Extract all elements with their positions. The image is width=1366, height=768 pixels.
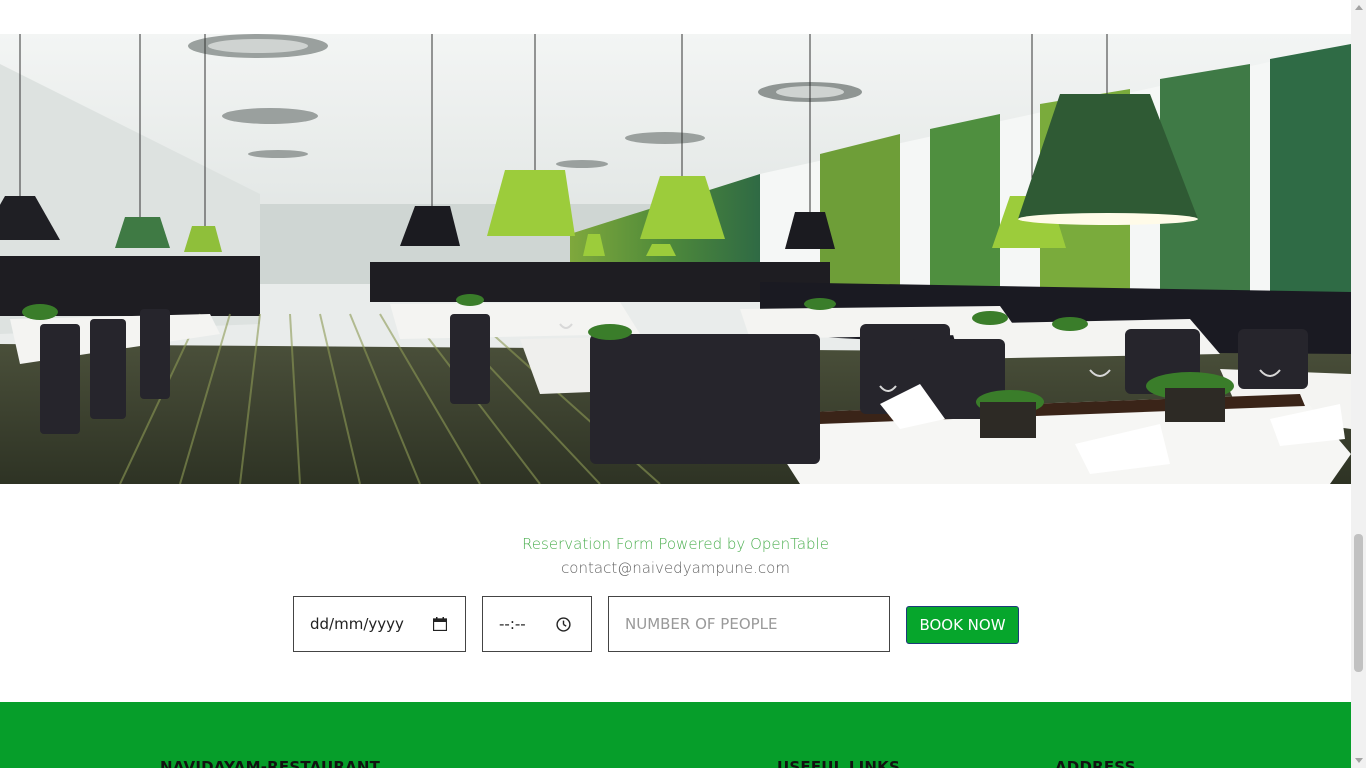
- book-now-button[interactable]: BOOK NOW: [906, 606, 1019, 644]
- footer-heading-address: ADDRESS: [1055, 758, 1136, 768]
- powered-by-text: Reservation Form Powered by OpenTable: [522, 535, 829, 553]
- scroll-up-arrow-icon[interactable]: [1355, 5, 1363, 10]
- calendar-icon[interactable]: [433, 617, 447, 631]
- footer-heading-restaurant: NAVIDAYAM-RESTAURANT: [160, 758, 381, 768]
- date-input[interactable]: dd/mm/yyyy: [293, 596, 466, 652]
- footer: NAVIDAYAM-RESTAURANT USEFUL LINKS ADDRES…: [0, 702, 1351, 768]
- date-value: dd/mm/yyyy: [310, 615, 404, 633]
- reservation-section: Reservation Form Powered by OpenTable co…: [0, 484, 1351, 702]
- time-input[interactable]: --:--: [482, 596, 592, 652]
- page: Reservation Form Powered by OpenTable co…: [0, 0, 1351, 768]
- number-of-people-input[interactable]: [609, 597, 889, 651]
- scroll-thumb[interactable]: [1354, 534, 1363, 672]
- scroll-down-arrow-icon[interactable]: [1355, 758, 1363, 763]
- people-field-wrapper: [608, 596, 890, 652]
- clock-icon[interactable]: [556, 617, 571, 632]
- contact-email: contact@naivedyampune.com: [561, 559, 790, 577]
- restaurant-interior-image: [0, 34, 1351, 484]
- time-value: --:--: [499, 615, 526, 633]
- top-strip: [0, 0, 1351, 34]
- vertical-scrollbar[interactable]: [1351, 0, 1366, 768]
- footer-heading-useful-links: USEFUL LINKS: [777, 758, 900, 768]
